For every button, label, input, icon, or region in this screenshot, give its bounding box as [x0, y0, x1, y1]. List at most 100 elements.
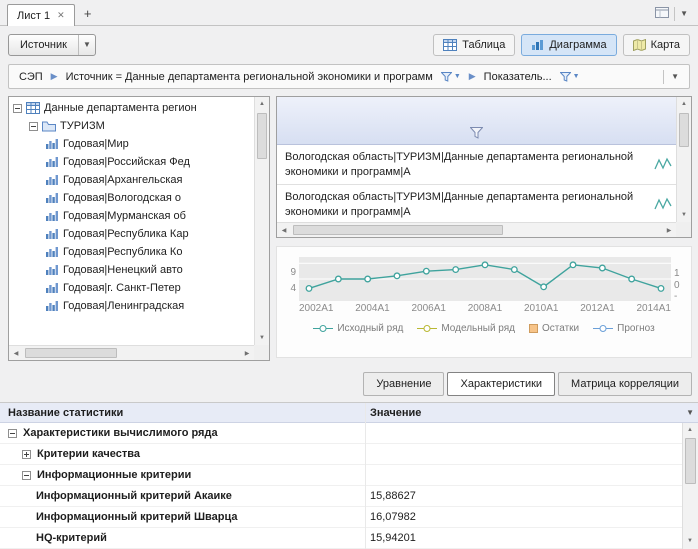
statistic-name: Информационный критерий Акаике — [36, 490, 232, 502]
tree-item[interactable]: Годовая|г. Санкт-Петер — [9, 279, 254, 297]
scroll-down-icon[interactable]: ▼ — [683, 534, 697, 548]
series-row-list: Вологодская область|ТУРИЗМ|Данные департ… — [277, 145, 676, 222]
statistic-row[interactable]: Характеристики вычислимого ряда — [0, 423, 682, 444]
tree-item[interactable]: Годовая|Архангельская — [9, 171, 254, 189]
statistic-name-cell: Критерии качества — [0, 448, 365, 460]
statistic-row[interactable]: Информационный критерий Шварца16,07982 — [0, 507, 682, 528]
map-icon — [633, 39, 646, 51]
expand-icon[interactable] — [22, 450, 31, 459]
statistic-name: Характеристики вычислимого ряда — [23, 427, 218, 439]
legend-line-circle-icon — [417, 324, 437, 333]
collapse-icon[interactable] — [22, 471, 31, 480]
tab-correlation-matrix[interactable]: Матрица корреляции — [558, 372, 692, 396]
tree-horizontal-scrollbar[interactable]: ◀ ▶ — [9, 345, 254, 360]
tree-item[interactable]: Годовая|Ненецкий авто — [9, 261, 254, 279]
series-bars-icon — [45, 282, 59, 294]
view-chart-button[interactable]: Диаграмма — [521, 34, 616, 56]
column-header-name[interactable]: Название статистики — [0, 407, 365, 419]
series-bars-icon — [45, 300, 59, 312]
tab-sheet1[interactable]: Лист 1 ✕ — [7, 4, 75, 26]
legend-label: Модельный ряд — [441, 323, 515, 334]
tree-item[interactable]: Годовая|Республика Кар — [9, 225, 254, 243]
scroll-up-icon[interactable]: ▲ — [683, 423, 697, 437]
view-map-button[interactable]: Карта — [623, 34, 690, 56]
y-tick-label: 9 — [290, 267, 296, 278]
scrollbar-thumb[interactable] — [25, 348, 117, 358]
scrollbar-thumb[interactable] — [679, 113, 689, 147]
source-filter-button[interactable]: ▼ — [441, 72, 461, 82]
scrollbar-thumb[interactable] — [293, 225, 503, 235]
scrollbar-thumb[interactable] — [257, 113, 267, 159]
breadcrumb-source-filter[interactable]: Источник = Данные департамента региональ… — [66, 71, 433, 83]
y-tick-label: 4 — [290, 283, 296, 294]
tab-bar: Лист 1 ✕ + ▼ — [0, 0, 698, 26]
datasource-icon — [26, 102, 40, 114]
breadcrumb-separator-icon: ▶ — [469, 71, 476, 82]
scroll-left-icon[interactable]: ◀ — [277, 223, 291, 237]
statistic-row[interactable]: Критерии качества — [0, 444, 682, 465]
collapse-icon[interactable] — [29, 122, 38, 131]
tree-item[interactable]: Годовая|Мир — [9, 135, 254, 153]
analysis-tab-bar: Уравнение Характеристики Матрица корреля… — [363, 372, 692, 396]
series-table-header[interactable] — [277, 97, 676, 145]
breadcrumb-dropdown-caret[interactable]: ▼ — [671, 73, 679, 81]
scroll-down-icon[interactable]: ▼ — [255, 331, 269, 345]
series-row[interactable]: Вологодская область|ТУРИЗМ|Данные департ… — [277, 185, 676, 222]
tree-item-label: Годовая|Республика Кар — [63, 228, 189, 240]
series-vertical-scrollbar[interactable]: ▲ ▼ — [676, 97, 691, 222]
indicator-filter-button[interactable]: ▼ — [560, 72, 580, 82]
main-toolbar: Источник ▼ Таблица Диаграмма Карта — [0, 27, 698, 63]
tab-characteristics[interactable]: Характеристики — [447, 372, 555, 396]
series-row-label: Вологодская область|ТУРИЗМ|Данные департ… — [285, 150, 648, 180]
collapse-icon[interactable] — [13, 104, 22, 113]
tree-item[interactable]: Годовая|Российская Фед — [9, 153, 254, 171]
chart-y-axis-left: 94 — [283, 257, 299, 301]
legend-item: Модельный ряд — [417, 323, 515, 334]
tree-item[interactable]: Годовая|Мурманская об — [9, 207, 254, 225]
statistic-row[interactable]: Информационные критерии — [0, 465, 682, 486]
collapse-icon[interactable] — [8, 429, 17, 438]
legend-item: Остатки — [529, 323, 579, 334]
source-button[interactable]: Источник — [9, 35, 78, 55]
statistic-row[interactable]: Информационный критерий Акаике15,88627 — [0, 486, 682, 507]
legend-label: Исходный ряд — [337, 323, 403, 334]
breadcrumb-indicator-filter[interactable]: Показатель... — [484, 71, 552, 83]
sparkline-icon — [653, 156, 673, 177]
tree-item[interactable]: Годовая|Ленинградская — [9, 297, 254, 315]
tab-close-icon[interactable]: ✕ — [57, 11, 65, 20]
new-tab-button[interactable]: + — [77, 3, 99, 23]
scroll-right-icon[interactable]: ▶ — [240, 346, 254, 360]
statistic-row[interactable]: HQ-критерий15,94201 — [0, 528, 682, 549]
tree-item[interactable]: Годовая|Вологодская о — [9, 189, 254, 207]
dimension-tree-panel: Данные департамента регион ТУРИЗМ Годова… — [8, 96, 270, 361]
view-table-button[interactable]: Таблица — [433, 34, 515, 56]
scroll-down-icon[interactable]: ▼ — [677, 208, 691, 222]
stats-vertical-scrollbar[interactable]: ▲ ▼ — [682, 423, 698, 549]
table-icon — [443, 39, 457, 51]
column-header-value[interactable]: Значение — [365, 407, 421, 419]
divider — [674, 7, 675, 21]
tab-equation[interactable]: Уравнение — [363, 372, 444, 396]
sheet-layout-icon[interactable] — [655, 7, 669, 21]
y-tick-label-right: - — [674, 291, 677, 302]
series-row[interactable]: Вологодская область|ТУРИЗМ|Данные департ… — [277, 145, 676, 185]
breadcrumb-root[interactable]: СЭП — [19, 71, 43, 83]
tree-item[interactable]: Годовая|Республика Ко — [9, 243, 254, 261]
scroll-up-icon[interactable]: ▲ — [677, 97, 691, 111]
scroll-right-icon[interactable]: ▶ — [662, 223, 676, 237]
source-dropdown-caret[interactable]: ▼ — [78, 35, 95, 55]
scrollbar-corner — [676, 222, 691, 237]
series-horizontal-scrollbar[interactable]: ◀ ▶ — [277, 222, 676, 237]
header-dropdown-caret[interactable]: ▼ — [686, 409, 694, 417]
tree-folder-turizm[interactable]: ТУРИЗМ — [9, 117, 254, 135]
tree-leaf-list: Годовая|МирГодовая|Российская ФедГодовая… — [9, 135, 254, 315]
tree-item-label: Годовая|Ненецкий авто — [63, 264, 183, 276]
tabbar-dropdown-caret[interactable]: ▼ — [680, 10, 688, 18]
source-split-button[interactable]: Источник ▼ — [8, 34, 96, 56]
statistic-name-cell: Характеристики вычислимого ряда — [0, 427, 365, 439]
scrollbar-thumb[interactable] — [685, 438, 696, 484]
scroll-up-icon[interactable]: ▲ — [255, 97, 269, 111]
tree-vertical-scrollbar[interactable]: ▲ ▼ — [254, 97, 269, 345]
scroll-left-icon[interactable]: ◀ — [9, 346, 23, 360]
tree-root[interactable]: Данные департамента регион — [9, 99, 254, 117]
